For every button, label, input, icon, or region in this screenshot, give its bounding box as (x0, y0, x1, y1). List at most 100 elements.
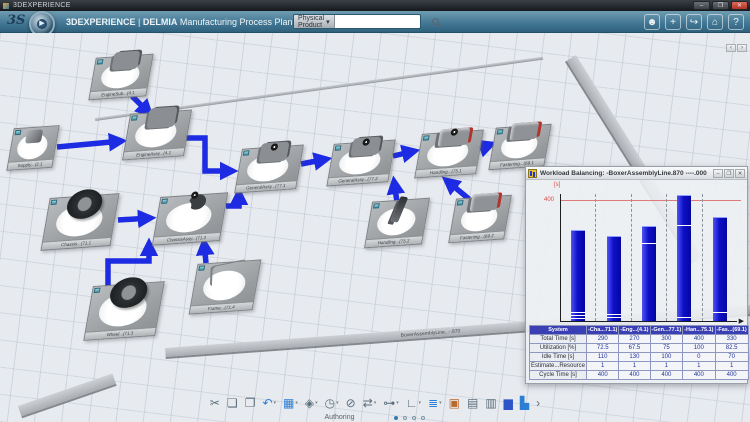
undo-button[interactable]: ↶▾ (262, 396, 276, 410)
screen-button[interactable]: ▤ (467, 396, 478, 410)
page-dot-3[interactable] (421, 416, 425, 420)
milestone-icon: ◈ (305, 396, 314, 410)
flow-arrow-8[interactable] (118, 218, 151, 220)
page-dot-2[interactable] (412, 416, 416, 420)
process-node-wheel[interactable]: Wheel...(71.3 (83, 281, 164, 341)
flow-button[interactable]: ≣▾ (428, 396, 442, 410)
timer-button[interactable]: ◷▾ (325, 396, 339, 410)
home-icon[interactable]: ⌂ (707, 14, 723, 30)
flow-arrow-6[interactable] (394, 181, 397, 202)
table-col-header-1: -Cha...71.1) (587, 326, 619, 335)
cut-icon: ✂ (210, 396, 220, 410)
table-cell: 75 (650, 344, 683, 353)
link-icon: ⊶ (383, 396, 395, 410)
milestone-button[interactable]: ◈▾ (305, 396, 318, 410)
page-dot-1[interactable] (403, 416, 407, 420)
help-icon[interactable]: ? (728, 14, 744, 30)
mode-label: Authoring (325, 414, 355, 421)
flow-arrow-3[interactable] (301, 159, 327, 164)
compass-play-icon[interactable]: ▶ (37, 19, 47, 29)
process-node-frame[interactable]: Frame...(71.4 (189, 259, 262, 314)
loop-icon: ⇄ (363, 396, 373, 410)
maximize-button[interactable]: ❐ (712, 1, 729, 10)
more-button[interactable]: › (536, 396, 540, 410)
node-type-icon (161, 198, 168, 203)
process-node-fastening-2[interactable]: Fastening...(69.2 (448, 195, 512, 244)
paste-button[interactable]: ❐ (245, 396, 256, 410)
share-icon[interactable]: ↪ (686, 14, 702, 30)
node-type-icon (198, 265, 205, 270)
flow-arrow-2[interactable] (186, 138, 233, 171)
chevron-down-icon[interactable]: ▾ (419, 400, 422, 406)
maximize-button[interactable]: ❐ (724, 169, 734, 178)
flow-arrow-4[interactable] (393, 151, 415, 156)
chevron-down-icon[interactable]: ▾ (274, 400, 277, 406)
machine-part-image (469, 192, 499, 212)
node-type-icon (373, 203, 380, 208)
workload-bar--Cha...71.1)[interactable] (571, 230, 585, 321)
y-axis-unit-label: [s] (554, 182, 560, 188)
flow-arrow-5[interactable] (481, 144, 492, 148)
flow-arrow-10[interactable] (204, 242, 206, 263)
search-bar[interactable]: Physical Product ▾ (293, 14, 421, 29)
process-node-general-assy-2[interactable]: GeneralAssy...(77.2 (326, 140, 395, 187)
x-axis-arrow: ▶ (739, 317, 744, 325)
copy-button[interactable]: ❏ (227, 396, 238, 410)
link-button[interactable]: ⊶▾ (383, 396, 399, 410)
workload-bar--Eng...(4.1)[interactable] (607, 236, 621, 321)
page-next-button[interactable]: › (737, 44, 747, 52)
row-label: Utilization [%] (530, 344, 587, 353)
close-button[interactable]: ✕ (731, 1, 748, 10)
process-node-engine-assy[interactable]: EngineAssy...(4.1 (122, 109, 192, 160)
page-prev-button[interactable]: ‹ (726, 44, 736, 52)
chevron-down-icon[interactable]: ▾ (396, 400, 399, 406)
table-cell: 1 (683, 362, 715, 371)
header-icon-group: ☻ + ↪ ⌂? (644, 14, 744, 30)
process-node-fastening-1[interactable]: Fastening...(69.1 (488, 124, 551, 171)
window-button[interactable]: ▥ (485, 396, 496, 410)
workload-bar--Gen...77.1)[interactable] (642, 226, 656, 321)
arrange-button[interactable]: ▦▾ (283, 396, 298, 410)
chevron-down-icon[interactable]: ▾ (336, 400, 339, 406)
search-input[interactable] (335, 15, 430, 28)
table-col-header-0: System (530, 326, 587, 335)
search-scope-dropdown[interactable]: Physical Product ▾ (294, 15, 335, 28)
page-dot-0[interactable] (394, 416, 398, 420)
validate-button[interactable]: ⊘ (346, 396, 356, 410)
chevron-down-icon[interactable]: ▾ (439, 400, 442, 406)
table-cell: 300 (650, 335, 683, 344)
loop-button[interactable]: ⇄▾ (363, 396, 377, 410)
node-type-icon (50, 200, 57, 205)
3d-part-button[interactable]: ▣ (449, 396, 460, 410)
add-icon[interactable]: + (665, 14, 681, 30)
flow-arrow-7[interactable] (446, 180, 469, 199)
bar-chart-button[interactable]: ▆ (504, 396, 513, 410)
chevron-down-icon[interactable]: ▾ (315, 400, 318, 406)
process-node-handling-2[interactable]: Handling...(75.2 (364, 198, 430, 249)
node-type-icon (497, 129, 504, 134)
process-node-chassis[interactable]: Chassis...(71.1 (40, 193, 119, 251)
panel-title-bar[interactable]: Workload Balancing: -BoxerAssemblyLine.8… (526, 167, 747, 180)
workload-bar--Han...75.1)[interactable] (677, 195, 691, 321)
minimize-button[interactable]: – (693, 1, 710, 10)
workload-bar--Fas...(69.1)[interactable] (713, 217, 727, 321)
workload-balancing-panel[interactable]: Workload Balancing: -BoxerAssemblyLine.8… (525, 166, 748, 384)
chevron-down-icon[interactable]: ▾ (374, 400, 377, 406)
user-icon[interactable]: ☻ (644, 14, 660, 30)
node-type-icon (131, 115, 138, 120)
flow-arrow-1[interactable] (57, 141, 122, 147)
process-node-supply[interactable]: Supply...(2.1 (6, 125, 59, 171)
table-cell: 1 (650, 362, 683, 371)
flow-arrow-11[interactable] (226, 192, 239, 206)
process-node-handling-1[interactable]: Handling...(75.1 (414, 130, 484, 179)
node-type-icon (457, 200, 464, 205)
minimize-button[interactable]: – (713, 169, 723, 178)
process-node-chassis-assy[interactable]: ChassisAssy...(71.2 (152, 192, 228, 245)
process-node-engine-sub[interactable]: EngineSub...(4.1 (88, 54, 153, 101)
cut-button[interactable]: ✂ (210, 396, 220, 410)
connector-button[interactable]: ∟▾ (406, 396, 421, 410)
chevron-down-icon[interactable]: ▾ (295, 400, 298, 406)
gantt-chart-button[interactable]: ▙ (520, 396, 529, 410)
close-button[interactable]: ✕ (735, 169, 745, 178)
process-node-general-assy-1[interactable]: GeneralAssy...(77.1 (234, 145, 304, 194)
